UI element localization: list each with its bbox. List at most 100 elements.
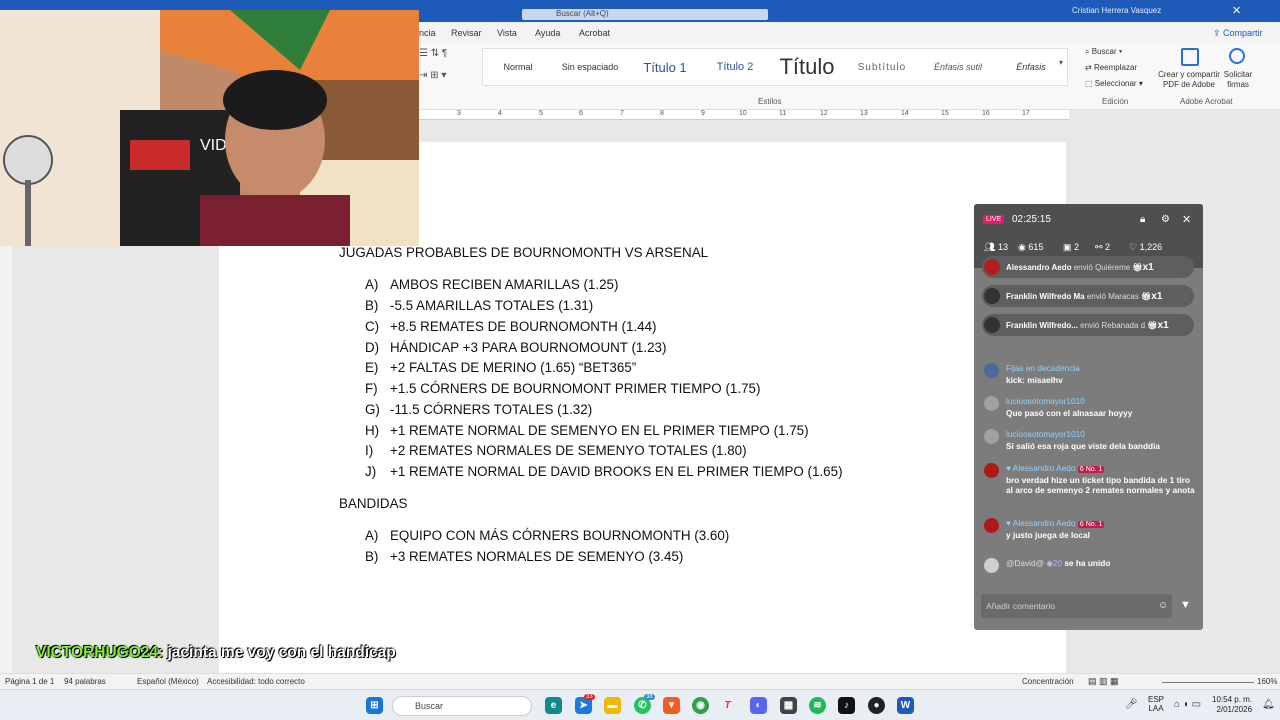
avatar xyxy=(984,463,999,478)
webcam-feed: VID xyxy=(0,10,419,246)
list-item: +3 REMATES NORMALES DE SEMENYO (3.45) xyxy=(390,549,684,564)
filter-icon[interactable]: ▼ xyxy=(1180,599,1191,611)
styles-label: Estilos xyxy=(758,97,782,106)
share-button[interactable]: ⇪ Compartir xyxy=(1213,28,1263,39)
view-icons[interactable]: ▤ ▥ ▦ xyxy=(1088,676,1119,687)
tab-ayuda[interactable]: Ayuda xyxy=(535,28,560,38)
ruler-number: 14 xyxy=(901,110,909,117)
select-button[interactable]: ⬚ Seleccionar ▾ xyxy=(1085,79,1143,88)
share-label: Compartir xyxy=(1223,28,1263,38)
tab-revisar[interactable]: Revisar xyxy=(451,28,482,38)
language[interactable]: Español (México) xyxy=(137,677,199,686)
tab-acrobat[interactable]: Acrobat xyxy=(579,28,610,38)
create-pdf-button[interactable]: Crear y compartir PDF de Adobe xyxy=(1157,70,1221,90)
avatar xyxy=(984,288,1000,304)
chat-message: ♥ Alessandro Aedo 6 No. 1 y justo juega … xyxy=(984,518,1196,544)
replace-button[interactable]: ⇄ Reemplazar xyxy=(1085,63,1137,72)
ribbon-tabs: ncia Revisar Vista Ayuda Acrobat ⇪ Compa… xyxy=(419,22,1280,44)
comment-input[interactable]: Añadir comentario xyxy=(981,594,1172,618)
clock[interactable]: 10:54 p. m. 2/01/2026 xyxy=(1212,695,1252,715)
word-icon[interactable]: W xyxy=(897,697,914,714)
paragraph-tools[interactable]: ☰ ⇅ ¶ xyxy=(419,48,447,59)
avatar xyxy=(984,396,999,411)
taskbar-search[interactable]: Buscar xyxy=(392,696,532,716)
search-box[interactable]: Buscar (Alt+Q) xyxy=(522,9,768,20)
close-icon[interactable]: ✕ xyxy=(1182,213,1191,226)
style-subtitulo[interactable]: Subtítulo xyxy=(847,49,917,85)
taskbar: ⊞ Buscar e ➤ 33 ▬ ✆ 38 ▼ ◉ T ◐ ▦ ≋ ♪ ● W… xyxy=(0,689,1280,720)
gifts-stat: ▣ 2 xyxy=(1063,242,1080,252)
gallery-scroll-icon[interactable]: ▾ xyxy=(1059,58,1063,67)
vertical-ruler xyxy=(0,246,12,673)
avatar xyxy=(984,363,999,378)
style-sin-espaciado[interactable]: Sin espaciado xyxy=(553,49,627,85)
accessibility[interactable]: Accesibilidad: todo correcto xyxy=(207,677,305,686)
gift-icon: 🎁︎ xyxy=(1147,320,1158,330)
avatar xyxy=(984,259,1000,275)
chrome-icon[interactable]: ◉ xyxy=(692,697,709,714)
list-letter: J) xyxy=(365,464,377,479)
overlay-comment: VICTORHUGO24: jacinta me voy con el hand… xyxy=(36,644,396,662)
obs-icon[interactable]: ● xyxy=(868,697,885,714)
list-letter: I) xyxy=(365,443,374,458)
text-editor-icon[interactable]: T xyxy=(719,697,736,714)
style-titulo1[interactable]: Título 1 xyxy=(627,49,703,85)
word-count[interactable]: 94 palabras xyxy=(64,677,106,686)
windows-start-icon[interactable]: ⊞ xyxy=(366,697,383,714)
style-titulo[interactable]: Título xyxy=(767,49,847,85)
system-tray-icons[interactable]: ⌂ ◖ ▭ xyxy=(1174,699,1201,710)
discord-icon[interactable]: ◐ xyxy=(750,697,767,714)
list-item: AMBOS RECIBEN AMARILLAS (1.25) xyxy=(390,277,619,292)
input-language[interactable]: ESP LAA xyxy=(1148,695,1164,713)
brave-icon[interactable]: ▼ xyxy=(663,697,680,714)
lock-icon[interactable]: 🔒︎ xyxy=(1140,214,1145,225)
style-enfasis[interactable]: Énfasis xyxy=(999,49,1063,85)
list-letter: H) xyxy=(365,423,380,438)
ruler-number: 6 xyxy=(579,110,583,117)
views-stat: ◉ 615 xyxy=(1018,242,1044,252)
badge-icon: ♥ xyxy=(1006,463,1013,473)
list-letter: A) xyxy=(365,277,379,292)
folder-icon[interactable]: ▬ xyxy=(604,697,621,714)
badge-icon: ♥ xyxy=(1006,518,1013,528)
user-name[interactable]: Cristian Herrera Vasquez xyxy=(1072,6,1161,15)
tab-referencias[interactable]: ncia xyxy=(419,28,436,38)
list-item: HÁNDICAP +3 PARA BOURNOMOUNT (1.23) xyxy=(390,340,667,355)
tab-vista[interactable]: Vista xyxy=(497,28,517,38)
focus-mode[interactable]: Concentración xyxy=(1022,677,1074,686)
style-titulo2[interactable]: Título 2 xyxy=(703,49,767,85)
settings-icon[interactable]: ⚙ xyxy=(1161,214,1170,225)
style-enfasis-sutil[interactable]: Énfasis sutil xyxy=(917,49,999,85)
edge-icon[interactable]: e xyxy=(545,697,562,714)
style-normal[interactable]: Normal xyxy=(483,49,553,85)
pdf-icon xyxy=(1181,48,1199,66)
calculator-icon[interactable]: ▦ xyxy=(780,697,797,714)
list-item: +1 REMATE NORMAL DE DAVID BROOKS EN EL P… xyxy=(390,464,843,479)
shares-stat: ⚯ 2 xyxy=(1095,242,1111,252)
viewers-stat: 👥︎ 13 xyxy=(984,242,1008,252)
list-letter: C) xyxy=(365,319,380,334)
page-count[interactable]: Página 1 de 1 xyxy=(5,677,54,686)
emoji-icon[interactable]: ☺ xyxy=(1158,600,1168,611)
border-tools[interactable]: ⇥ ⊞ ▾ xyxy=(419,70,446,81)
ruler-number: 7 xyxy=(620,110,624,117)
notification-icon[interactable]: 🔔︎ xyxy=(1262,699,1275,710)
request-signatures-button[interactable]: Solicitar firmas xyxy=(1222,70,1254,90)
likes-stat: ♡ 1,226 xyxy=(1129,242,1163,252)
close-icon[interactable]: ✕ xyxy=(1232,4,1241,17)
list-item: -11.5 CÓRNERS TOTALES (1.32) xyxy=(390,402,593,417)
list-item: +8.5 REMATES DE BOURNOMONTH (1.44) xyxy=(390,319,657,334)
spotify-icon[interactable]: ≋ xyxy=(809,697,826,714)
ruler-number: 10 xyxy=(739,110,747,117)
gift-icon: ▣ xyxy=(1063,242,1075,252)
mic-icon[interactable]: 🎤︎ xyxy=(1125,699,1138,710)
signature-icon xyxy=(1229,48,1245,64)
zoom-level[interactable]: 160% xyxy=(1257,677,1277,686)
zoom-slider[interactable] xyxy=(1162,682,1254,683)
list-item: +2 FALTAS DE MERINO (1.65) “BET365” xyxy=(390,360,637,375)
tiktok-icon[interactable]: ♪ xyxy=(838,697,855,714)
share-icon: ⚯ xyxy=(1095,242,1106,252)
ruler-number: 17 xyxy=(1022,110,1030,117)
find-button[interactable]: ⌕ Buscar ▾ xyxy=(1085,47,1122,57)
chair-text: VID xyxy=(200,137,227,154)
